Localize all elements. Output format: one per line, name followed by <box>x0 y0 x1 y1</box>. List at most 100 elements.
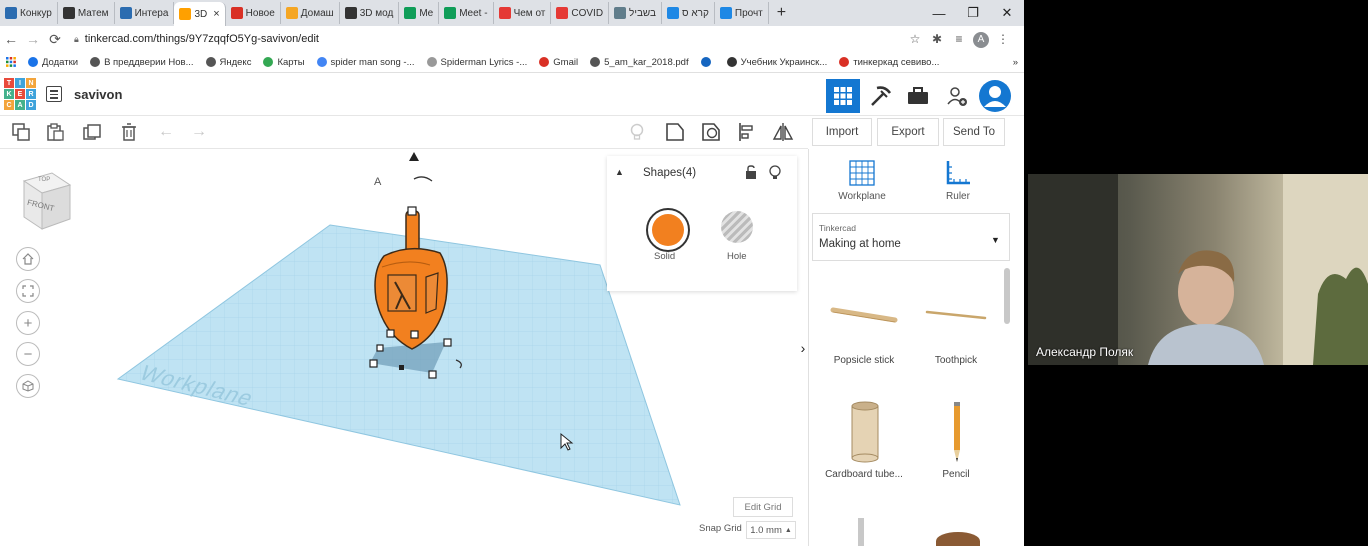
library-item[interactable] <box>936 532 980 546</box>
browser-tab[interactable]: Конкур <box>0 2 58 24</box>
close-window-icon[interactable]: ✕ <box>990 5 1024 21</box>
solid-button[interactable] <box>646 208 690 252</box>
add-user-icon <box>947 87 967 106</box>
circuits-view-button[interactable] <box>901 79 935 113</box>
minimize-icon[interactable]: — <box>922 6 956 21</box>
library-item[interactable]: Cardboard tube... <box>814 398 914 488</box>
tinkercad-logo[interactable]: TIN KER CAD <box>4 78 36 110</box>
maximize-icon[interactable]: ❐ <box>956 5 990 21</box>
tab-favicon-icon <box>5 7 17 19</box>
send-to-button[interactable]: Send To <box>943 118 1005 146</box>
bookmark-item[interactable] <box>695 57 721 67</box>
collapse-panel-button[interactable]: › <box>798 334 808 362</box>
align-icon[interactable] <box>736 122 758 142</box>
apps-icon[interactable] <box>0 57 22 67</box>
paste-icon[interactable] <box>44 122 66 142</box>
bookmark-item[interactable]: Карты <box>257 57 310 68</box>
star-icon[interactable]: ☆ <box>904 32 926 46</box>
workplane-tool-button[interactable]: Workplane <box>832 157 892 207</box>
undo-icon[interactable]: ← <box>155 122 177 142</box>
new-tab-button[interactable]: + <box>769 4 794 22</box>
user-avatar[interactable] <box>978 79 1012 113</box>
bookmark-item[interactable]: 5_am_kar_2018.pdf <box>584 57 695 68</box>
mirror-icon[interactable] <box>772 122 794 142</box>
library-item[interactable]: Toothpick <box>906 290 1006 380</box>
bookmark-item[interactable]: Gmail <box>533 57 584 68</box>
browser-tab[interactable]: Прочт <box>715 2 769 24</box>
library-item[interactable]: Popsicle stick <box>814 290 914 380</box>
edit-toolbar: ← → <box>0 116 808 149</box>
browser-tab[interactable]: בשביל <box>609 2 663 24</box>
add-user-button[interactable] <box>940 79 974 113</box>
browser-tab[interactable]: Интера <box>115 2 175 24</box>
bookmark-item[interactable]: spider man song -... <box>311 57 421 68</box>
blocks-view-button[interactable] <box>864 79 898 113</box>
forward-icon[interactable]: → <box>22 31 44 47</box>
home-view-button[interactable] <box>16 247 40 271</box>
browser-tab[interactable]: Чем от <box>494 2 552 24</box>
tab-favicon-icon <box>230 7 243 19</box>
browser-tab[interactable]: Матем <box>58 2 115 24</box>
design-title[interactable]: savivon <box>74 87 122 102</box>
bookmark-favicon-icon <box>28 57 38 67</box>
3d-design-view-button[interactable] <box>826 79 860 113</box>
tab-favicon-icon <box>404 7 417 19</box>
back-icon[interactable]: ← <box>0 31 22 47</box>
browser-tab[interactable]: קרא ס <box>662 2 715 24</box>
browser-tab[interactable]: Домаш <box>281 2 340 24</box>
browser-tab[interactable]: COVID <box>551 2 610 24</box>
extensions-icon[interactable]: ✱ <box>926 32 948 46</box>
delete-icon[interactable] <box>118 122 140 142</box>
ungroup-icon[interactable] <box>700 122 722 142</box>
video-tile[interactable] <box>1028 174 1368 365</box>
design-list-icon[interactable] <box>46 86 62 102</box>
redo-icon[interactable]: → <box>188 122 210 142</box>
tab-favicon-icon <box>179 8 192 20</box>
tab-favicon-icon <box>62 7 75 19</box>
bookmark-item[interactable]: Яндекс <box>200 57 258 68</box>
bookmark-item[interactable]: Додатки <box>22 57 84 68</box>
reading-list-icon[interactable]: ≡ <box>948 32 970 46</box>
url-field[interactable]: 🔒︎ tinkercad.com/things/9Y7zqqfO5Yg-savi… <box>74 29 904 49</box>
bookmark-item[interactable]: В преддверии Нов... <box>84 57 199 68</box>
bookmark-item[interactable]: Spiderman Lyrics -... <box>421 57 534 68</box>
visibility-button[interactable] <box>769 165 783 181</box>
zoom-out-button[interactable]: − <box>16 342 40 366</box>
library-item[interactable]: Pencil <box>906 398 1006 488</box>
fit-view-button[interactable] <box>16 279 40 303</box>
browser-tab[interactable]: Me <box>399 2 440 24</box>
lock-button[interactable] <box>745 165 759 181</box>
duplicate-icon[interactable] <box>82 122 104 142</box>
bookmark-item[interactable]: тинкеркад севиво... <box>833 57 945 68</box>
lightbulb-icon[interactable] <box>626 122 648 142</box>
logo-letter: D <box>26 100 36 110</box>
projection-button[interactable] <box>16 374 40 398</box>
snap-grid-select[interactable]: 1.0 mm ▲ <box>746 521 796 539</box>
shape-library-dropdown[interactable]: Tinkercad Making at home ▼ <box>812 213 1010 261</box>
hole-button[interactable] <box>721 211 753 243</box>
ruler-tool-button[interactable]: Ruler <box>928 157 988 207</box>
browser-tab[interactable]: Meet - <box>439 2 494 24</box>
browser-tab[interactable]: Новое <box>226 2 281 24</box>
browser-tab[interactable]: 3D × <box>174 2 226 26</box>
library-item[interactable] <box>858 518 864 546</box>
browser-tab[interactable]: 3D мод <box>340 2 400 24</box>
reload-icon[interactable]: ⟳ <box>44 31 66 48</box>
zoom-in-button[interactable]: + <box>16 311 40 335</box>
more-bookmarks-button[interactable]: » <box>1007 57 1024 68</box>
edit-grid-button[interactable]: Edit Grid <box>733 497 793 517</box>
menu-icon[interactable]: ⋮ <box>992 32 1014 46</box>
bookmark-item[interactable]: Учебник Украинск... <box>721 57 834 68</box>
group-icon[interactable] <box>664 122 686 142</box>
view-cube[interactable]: TOP FRONT <box>18 171 76 233</box>
import-button[interactable]: Import <box>812 118 872 146</box>
viewcube-top-label: TOP <box>38 177 51 183</box>
collapse-inspector-icon[interactable]: ▲ <box>615 167 624 177</box>
close-tab-icon[interactable]: × <box>213 8 219 20</box>
lift-arrow-icon[interactable] <box>409 152 419 161</box>
export-button[interactable]: Export <box>877 118 939 146</box>
profile-avatar[interactable]: A <box>970 31 992 48</box>
bookmark-label: Карты <box>277 56 305 68</box>
tab-label: Матем <box>77 7 109 19</box>
copy-icon[interactable] <box>10 122 32 142</box>
